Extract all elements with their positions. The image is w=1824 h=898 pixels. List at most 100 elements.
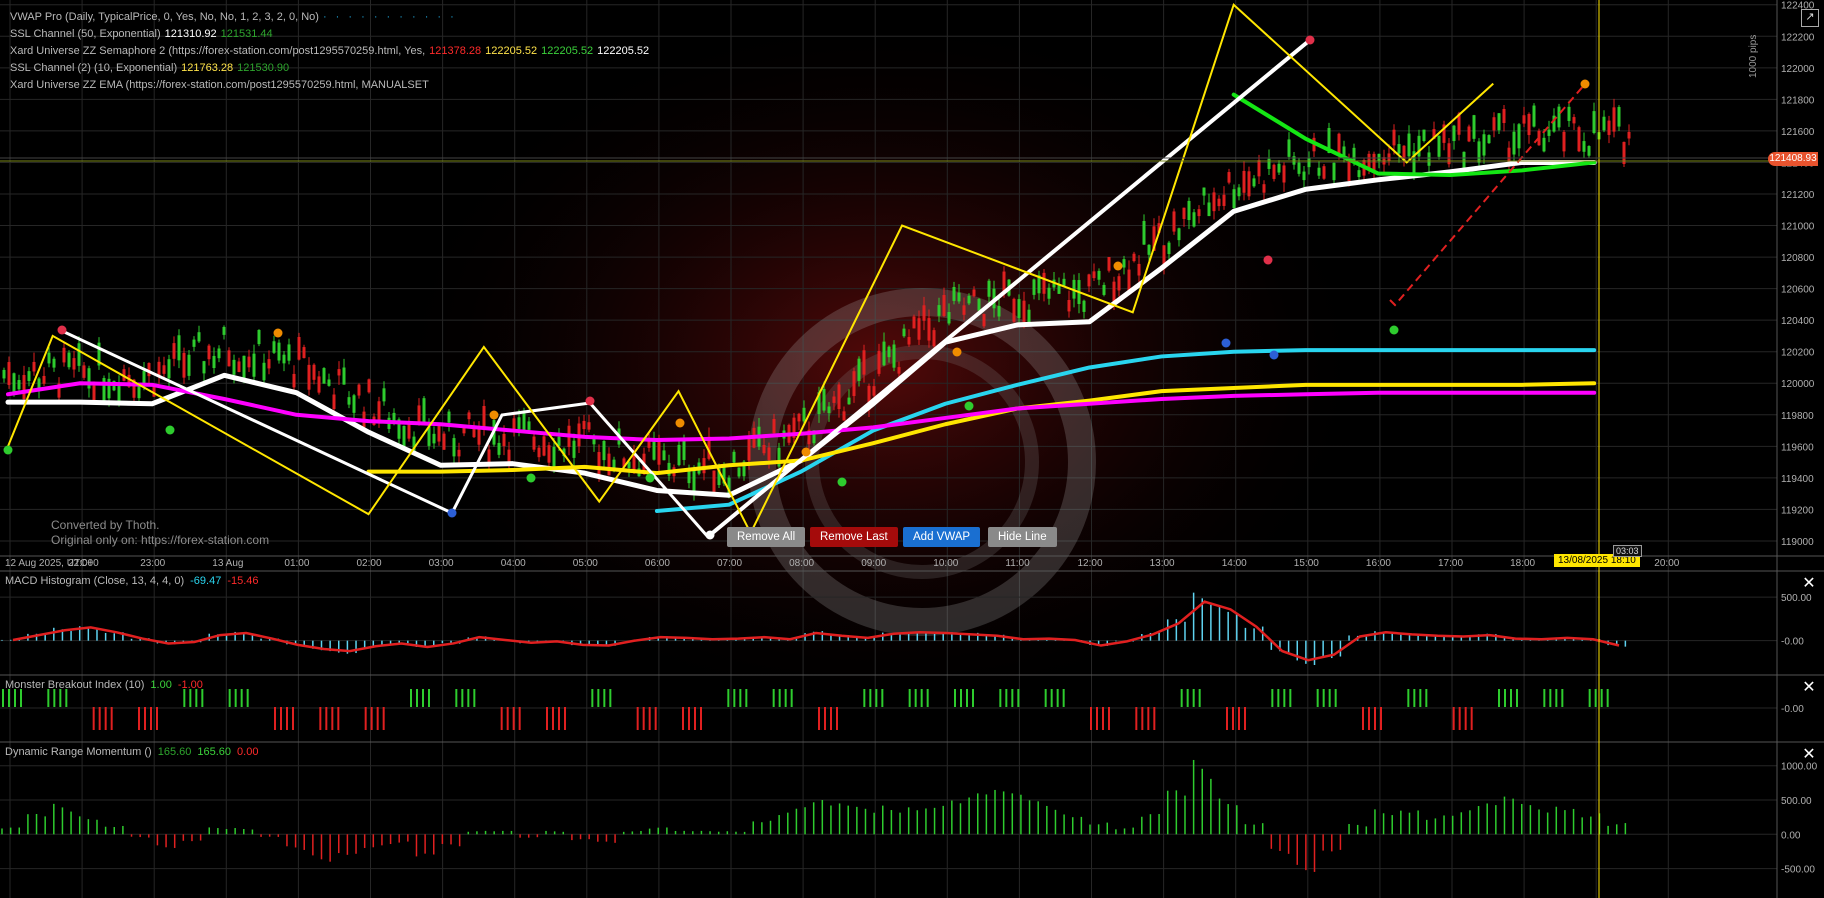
candle-body — [1427, 152, 1431, 166]
legend-ssl50-value-1: 121310.92 — [164, 28, 217, 40]
candle-body — [477, 427, 481, 445]
drm-title: Dynamic Range Momentum () — [5, 746, 152, 758]
macd-panel-title: MACD Histogram (Close, 13, 4, 4, 0) -69.4… — [5, 575, 265, 587]
time-axis-tick-label: 07:00 — [717, 558, 742, 569]
chart-canvas[interactable]: 1224001222001220001218001216001214001212… — [0, 0, 1824, 898]
candle-body — [1577, 127, 1581, 152]
candle-body — [432, 433, 436, 444]
candle-body — [1617, 107, 1621, 127]
remove-last-button[interactable]: Remove Last — [810, 527, 898, 547]
candle-body — [1227, 172, 1231, 183]
candle-body — [557, 436, 561, 446]
candle-body — [1482, 134, 1486, 156]
time-axis-tick-label: 10:00 — [933, 558, 958, 569]
legend-vwap: VWAP Pro (Daily, TypicalPrice, 0, Yes, N… — [10, 11, 319, 23]
candle-body — [547, 445, 551, 463]
remove-all-button[interactable]: Remove All — [727, 527, 806, 547]
candle-body — [352, 395, 356, 413]
candle-body — [1262, 184, 1266, 193]
pips-scale-label: 1000 pips — [1748, 34, 1759, 78]
candle-body — [1322, 166, 1326, 179]
candle-body — [982, 314, 986, 327]
legend-zz-value-2: 122205.52 — [485, 45, 538, 57]
candle-body — [72, 358, 76, 370]
legend-ssl50: SSL Channel (50, Exponential) — [10, 28, 161, 40]
candle-body — [602, 440, 606, 461]
candle-body — [1132, 253, 1136, 262]
candle-body — [662, 450, 666, 461]
drm-value-1: 165.60 — [157, 746, 192, 758]
price-axis-tick-label: 120400 — [1781, 316, 1815, 327]
candle-body — [1612, 107, 1616, 132]
candle-body — [762, 444, 766, 454]
time-axis-tick-label: 12:00 — [1078, 558, 1103, 569]
semaphore-dot — [57, 325, 67, 335]
candle-body — [1502, 108, 1506, 124]
candle-body — [922, 305, 926, 321]
semaphore-dot — [489, 410, 499, 420]
candle-body — [1142, 221, 1146, 245]
candle-body — [1027, 309, 1031, 324]
watermark-line-1: Converted by Thoth. — [51, 518, 160, 532]
candle-body — [247, 356, 251, 368]
candle-body — [1302, 171, 1306, 181]
candle-body — [192, 339, 196, 347]
close-drm-panel-button[interactable]: ✕ — [1800, 746, 1818, 764]
drm-panel-title: Dynamic Range Momentum () 165.60 165.60 0.0… — [5, 746, 264, 758]
close-macd-panel-button[interactable]: ✕ — [1800, 575, 1818, 593]
legend-ssl50-value-2: 121531.44 — [220, 28, 273, 40]
candle-body — [157, 361, 161, 376]
candle-body — [692, 469, 696, 493]
price-axis-tick-label: 121200 — [1781, 190, 1815, 201]
candle-body — [1337, 133, 1341, 154]
candle-body — [1317, 167, 1321, 176]
candle-body — [1137, 263, 1141, 276]
candle-body — [1547, 129, 1551, 136]
time-axis-tick-label: 13 Aug — [212, 558, 243, 569]
candle-body — [1237, 187, 1241, 197]
candle-body — [1252, 178, 1256, 187]
time-axis-tick-label: 16:00 — [1366, 558, 1391, 569]
detach-chart-icon[interactable]: ↗ — [1801, 9, 1819, 27]
candle-body — [902, 328, 906, 337]
candle-body — [1017, 299, 1021, 318]
candle-body — [1557, 106, 1561, 128]
candle-body — [952, 286, 956, 301]
candle-body — [827, 406, 831, 414]
candle-body — [1562, 131, 1566, 152]
price-axis-tick-label: 122000 — [1781, 64, 1815, 75]
semaphore-dot — [1263, 255, 1273, 265]
price-axis-tick-label: 120200 — [1781, 348, 1815, 359]
candle-body — [102, 378, 106, 402]
candle-body — [772, 418, 776, 434]
candle-body — [1297, 162, 1301, 174]
candle-body — [702, 458, 706, 474]
candle-body — [222, 326, 226, 335]
candle-body — [392, 412, 396, 422]
candle-body — [527, 421, 531, 430]
candle-body — [282, 354, 286, 364]
hide-line-button[interactable]: Hide Line — [988, 527, 1057, 547]
semaphore-dot — [801, 447, 811, 457]
time-axis-tick-label: 17:00 — [1438, 558, 1463, 569]
candle-body — [1602, 116, 1606, 131]
candle-body — [1347, 161, 1351, 182]
candle-body — [1282, 165, 1286, 183]
candle-body — [1012, 298, 1016, 322]
panel-axis-tick-label: 500.00 — [1781, 593, 1812, 604]
semaphore-dot — [1389, 325, 1399, 335]
candle-body — [837, 384, 841, 410]
candle-body — [7, 362, 11, 385]
candle-body — [32, 361, 36, 372]
add-vwap-button[interactable]: Add VWAP — [903, 527, 981, 547]
candle-body — [327, 379, 331, 386]
candle-body — [962, 305, 966, 315]
candle-body — [187, 354, 191, 376]
panel-axis-tick-label: -500.00 — [1781, 865, 1815, 876]
candle-body — [1242, 170, 1246, 193]
candle-body — [177, 335, 181, 361]
candle-body — [197, 332, 201, 342]
candle-body — [1527, 113, 1531, 136]
candle-body — [892, 344, 896, 368]
close-mbi-panel-button[interactable]: ✕ — [1800, 679, 1818, 697]
